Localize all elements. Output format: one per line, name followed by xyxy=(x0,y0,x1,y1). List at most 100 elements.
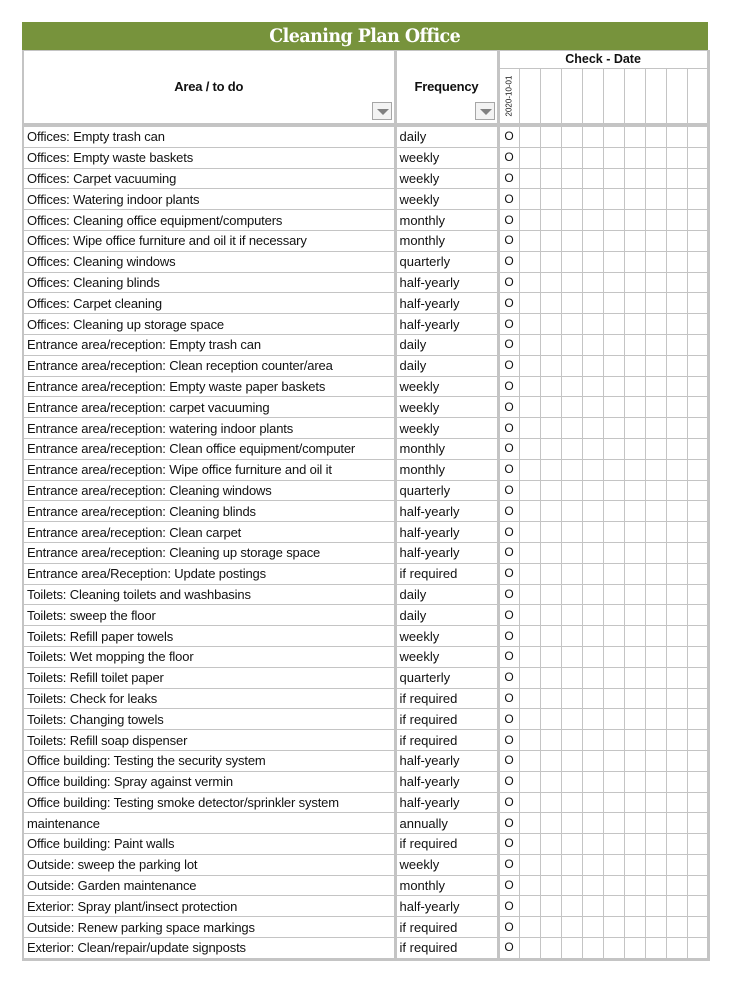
check-cell[interactable] xyxy=(623,937,646,961)
check-cell[interactable]: O xyxy=(497,375,520,398)
check-cell[interactable] xyxy=(623,354,646,377)
check-cell[interactable] xyxy=(623,500,646,523)
check-cell[interactable] xyxy=(644,770,667,793)
check-cell[interactable] xyxy=(539,708,562,731)
check-cell[interactable] xyxy=(518,749,541,772)
check-cell[interactable] xyxy=(539,271,562,294)
check-cell[interactable]: O xyxy=(497,167,520,190)
check-cell[interactable] xyxy=(665,687,688,710)
check-cell[interactable] xyxy=(581,375,604,398)
check-cell[interactable] xyxy=(518,167,541,190)
check-cell[interactable] xyxy=(581,313,604,335)
check-cell[interactable] xyxy=(623,583,646,606)
check-cell[interactable] xyxy=(623,229,646,252)
check-cell[interactable] xyxy=(644,229,667,252)
check-cell[interactable] xyxy=(581,812,604,835)
check-cell[interactable]: O xyxy=(497,604,520,627)
check-cell[interactable] xyxy=(686,562,710,585)
check-cell[interactable] xyxy=(518,770,541,793)
check-cell[interactable] xyxy=(665,874,688,897)
check-cell[interactable] xyxy=(686,749,710,772)
check-cell[interactable]: O xyxy=(497,791,520,814)
check-cell[interactable] xyxy=(644,625,667,647)
frequency-cell[interactable]: monthly xyxy=(394,229,500,252)
check-cell[interactable] xyxy=(623,833,646,855)
check-cell[interactable] xyxy=(623,749,646,772)
check-cell[interactable] xyxy=(518,833,541,855)
check-cell[interactable] xyxy=(644,167,667,190)
frequency-cell[interactable]: if required xyxy=(394,708,500,731)
check-cell[interactable] xyxy=(644,645,667,668)
area-filter-dropdown-icon[interactable] xyxy=(371,102,392,120)
check-cell[interactable] xyxy=(560,375,583,398)
check-cell[interactable] xyxy=(665,916,688,939)
frequency-cell[interactable]: half-yearly xyxy=(394,521,500,543)
check-cell[interactable] xyxy=(581,625,604,647)
check-cell[interactable] xyxy=(644,417,667,439)
check-cell[interactable] xyxy=(644,250,667,273)
check-cell[interactable] xyxy=(644,500,667,523)
check-cell[interactable] xyxy=(560,500,583,523)
check-cell[interactable] xyxy=(623,687,646,710)
frequency-cell[interactable]: weekly xyxy=(394,167,500,190)
check-cell[interactable] xyxy=(623,396,646,419)
check-cell[interactable]: O xyxy=(497,292,520,315)
area-task-cell[interactable]: Entrance area/reception: Clean office eq… xyxy=(22,437,397,460)
check-cell[interactable] xyxy=(602,666,625,689)
check-cell[interactable] xyxy=(518,229,541,252)
frequency-cell[interactable]: daily xyxy=(394,333,500,356)
check-cell[interactable] xyxy=(623,271,646,294)
check-cell[interactable] xyxy=(539,313,562,335)
frequency-cell[interactable]: if required xyxy=(394,833,500,855)
check-cell[interactable] xyxy=(644,209,667,231)
check-cell[interactable] xyxy=(581,916,604,939)
check-cell[interactable] xyxy=(539,666,562,689)
check-cell[interactable] xyxy=(665,749,688,772)
frequency-cell[interactable]: weekly xyxy=(394,396,500,419)
check-cell[interactable] xyxy=(686,271,710,294)
check-cell[interactable]: O xyxy=(497,122,520,148)
check-cell[interactable] xyxy=(539,167,562,190)
check-cell[interactable] xyxy=(518,604,541,627)
check-cell[interactable] xyxy=(644,271,667,294)
frequency-cell[interactable]: if required xyxy=(394,916,500,939)
check-cell[interactable]: O xyxy=(497,749,520,772)
check-cell[interactable] xyxy=(623,625,646,647)
frequency-cell[interactable]: weekly xyxy=(394,853,500,876)
check-cell[interactable]: O xyxy=(497,437,520,460)
check-cell[interactable] xyxy=(539,479,562,502)
check-cell[interactable] xyxy=(665,853,688,876)
check-cell[interactable] xyxy=(665,562,688,585)
area-task-cell[interactable]: Entrance area/reception: Cleaning blinds xyxy=(22,500,397,523)
check-cell[interactable] xyxy=(560,895,583,918)
check-cell[interactable] xyxy=(581,250,604,273)
frequency-cell[interactable]: monthly xyxy=(394,437,500,460)
check-cell[interactable] xyxy=(665,833,688,855)
check-cell[interactable] xyxy=(560,749,583,772)
check-cell[interactable] xyxy=(623,562,646,585)
check-cell[interactable] xyxy=(644,562,667,585)
check-cell[interactable] xyxy=(518,122,541,148)
check-cell[interactable]: O xyxy=(497,812,520,835)
check-cell[interactable] xyxy=(623,604,646,627)
check-cell[interactable] xyxy=(518,375,541,398)
area-task-cell[interactable]: Offices: Watering indoor plants xyxy=(22,188,397,211)
check-cell[interactable] xyxy=(644,916,667,939)
check-cell[interactable] xyxy=(644,521,667,543)
check-cell[interactable] xyxy=(665,708,688,731)
check-cell[interactable] xyxy=(665,396,688,419)
check-cell[interactable] xyxy=(581,729,604,751)
check-date-header-cell[interactable] xyxy=(539,68,562,126)
check-cell[interactable]: O xyxy=(497,396,520,419)
check-cell[interactable] xyxy=(539,749,562,772)
check-cell[interactable] xyxy=(602,146,625,169)
check-cell[interactable] xyxy=(686,895,710,918)
check-cell[interactable] xyxy=(581,604,604,627)
check-cell[interactable]: O xyxy=(497,541,520,564)
check-cell[interactable] xyxy=(518,146,541,169)
area-task-cell[interactable]: Entrance area/reception: Empty trash can xyxy=(22,333,397,356)
check-cell[interactable] xyxy=(560,417,583,439)
check-cell[interactable]: O xyxy=(497,895,520,918)
check-cell[interactable] xyxy=(602,937,625,961)
check-cell[interactable] xyxy=(665,354,688,377)
